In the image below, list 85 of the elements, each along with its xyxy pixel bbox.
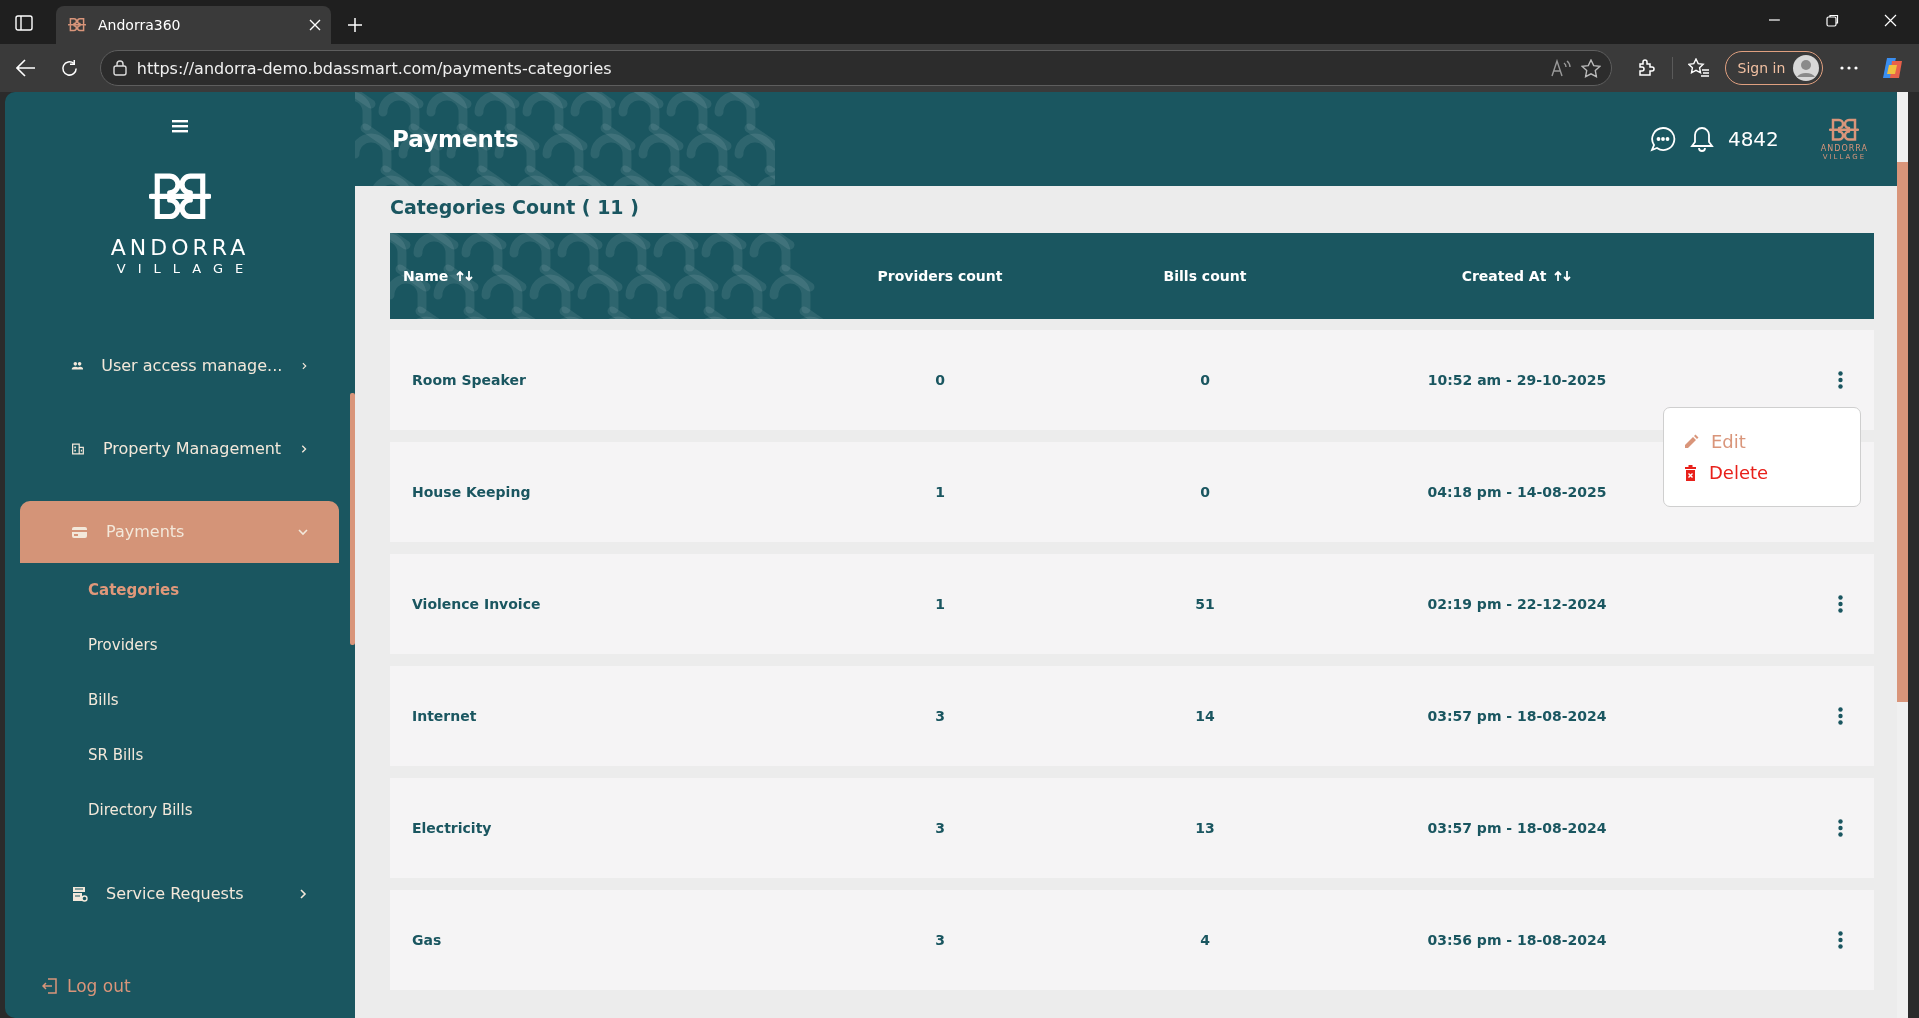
table-cell-text: 3: [934, 820, 946, 836]
table-cell-text: 13: [1194, 820, 1216, 836]
menu-item[interactable]: Delete: [1684, 462, 1769, 483]
url-text: https://andorra-demo.bdassmart.com/payments-categories: [136, 58, 613, 78]
submenu-item[interactable]: SR Bills: [88, 727, 144, 783]
brand-name: ANDORRA: [110, 236, 250, 259]
brand-tagline: VILLAGE: [116, 261, 256, 275]
table-cell-text: 04:18 pm - 14-08-2025: [1426, 484, 1608, 500]
back-arrow-icon: [15, 59, 36, 77]
more-vertical-icon: [1838, 707, 1843, 725]
sidebar-item[interactable]: Property Management: [20, 417, 339, 480]
table-row[interactable]: Electricity 3 13 03:57 pm - 18-08-2024: [390, 778, 1874, 878]
more-vertical-icon: [1838, 819, 1843, 837]
sort-icon[interactable]: [1554, 270, 1573, 282]
sort-icon[interactable]: [456, 270, 475, 282]
table-cell-text: 0: [934, 372, 946, 388]
table-cell-text: Electricity: [411, 820, 493, 836]
more-vertical-icon: [1838, 931, 1843, 949]
browser-tab[interactable]: Andorra360: [56, 6, 331, 44]
submenu-item[interactable]: Categories: [88, 562, 180, 618]
address-bar[interactable]: https://andorra-demo.bdassmart.com/payments-categories: [99, 50, 1612, 86]
menu-icon: [170, 118, 190, 134]
more-icon: [1840, 66, 1859, 70]
table-cell-text: House Keeping: [411, 484, 532, 500]
column-header: Created At: [1461, 268, 1547, 284]
column-header: Bills count: [1163, 268, 1247, 284]
scrollbar-thumb[interactable]: [350, 393, 355, 645]
pencil-icon: [1684, 434, 1699, 449]
table-cell-text: 14: [1194, 708, 1216, 724]
sidebar-item[interactable]: Service Requests: [20, 862, 339, 925]
table-cell-text: 02:19 pm - 22-12-2024: [1426, 596, 1608, 612]
more-vertical-icon: [1838, 371, 1843, 389]
favorite-star-icon[interactable]: [1580, 58, 1601, 78]
table-cell-text: 3: [934, 932, 946, 948]
table-cell-text: 1: [934, 484, 946, 500]
trash-icon: [1684, 464, 1697, 481]
categories-count: Categories Count ( 11 ): [390, 195, 640, 220]
table-cell-text: 1: [934, 596, 946, 612]
table-cell-text: 0: [1199, 372, 1211, 388]
table-cell-text: 03:57 pm - 18-08-2024: [1426, 820, 1608, 836]
submenu-item[interactable]: Providers: [88, 617, 158, 673]
table-cell-text: 10:52 am - 29-10-2025: [1426, 372, 1608, 388]
read-aloud-icon[interactable]: [1550, 59, 1571, 77]
chevron-right-icon: [297, 887, 309, 900]
table-cell-text: 03:56 pm - 18-08-2024: [1426, 932, 1608, 948]
bell-icon[interactable]: [1689, 126, 1714, 152]
lock-icon: [112, 60, 127, 76]
chevron-right-icon: [299, 442, 309, 455]
column-header: Name: [403, 268, 449, 284]
sidebar-panel-icon: [15, 14, 33, 32]
table-cell-text: 4: [1199, 932, 1211, 948]
table-row[interactable]: Gas 3 4 03:56 pm - 18-08-2024: [390, 890, 1874, 990]
avatar-icon: [1793, 55, 1820, 81]
close-icon[interactable]: [309, 19, 321, 31]
menu-button[interactable]: [170, 118, 190, 134]
table-cell-text: 0: [1199, 484, 1211, 500]
table-row[interactable]: Violence Invoice 1 51 02:19 pm - 22-12-2024: [390, 554, 1874, 654]
header-logo: [1829, 117, 1860, 143]
restore-icon: [1825, 13, 1839, 27]
chat-icon[interactable]: [1649, 126, 1676, 152]
table-cell-text: 51: [1194, 596, 1216, 612]
table-cell-text: Room Speaker: [411, 372, 527, 388]
logout-icon: [42, 978, 58, 994]
brand-name: ANDORRA: [1820, 144, 1868, 153]
table-cell-text: Gas: [411, 932, 443, 948]
requests-icon: [71, 885, 88, 902]
table-cell-text: Internet: [411, 708, 478, 724]
submenu-item[interactable]: Bills: [88, 672, 119, 728]
close-icon: [1883, 13, 1897, 27]
table-cell-text: Violence Invoice: [411, 596, 542, 612]
plus-icon: [347, 17, 363, 33]
table-cell-text: 03:57 pm - 18-08-2024: [1426, 708, 1608, 724]
sidebar-item[interactable]: User access manage...: [20, 334, 339, 397]
table-row[interactable]: Internet 3 14 03:57 pm - 18-08-2024: [390, 666, 1874, 766]
tab-logo-icon: [68, 17, 86, 33]
table-cell-text: 3: [934, 708, 946, 724]
reload-icon: [60, 58, 80, 78]
notification-count: 4842: [1727, 127, 1779, 151]
more-vertical-icon: [1838, 595, 1843, 613]
building-icon: [71, 440, 85, 457]
submenu-item[interactable]: Directory Bills: [88, 782, 193, 838]
scrollbar-thumb[interactable]: [1897, 162, 1908, 702]
favorites-icon: [1687, 58, 1710, 78]
column-header: Providers count: [877, 268, 1003, 284]
page-title: Payments: [392, 126, 520, 152]
